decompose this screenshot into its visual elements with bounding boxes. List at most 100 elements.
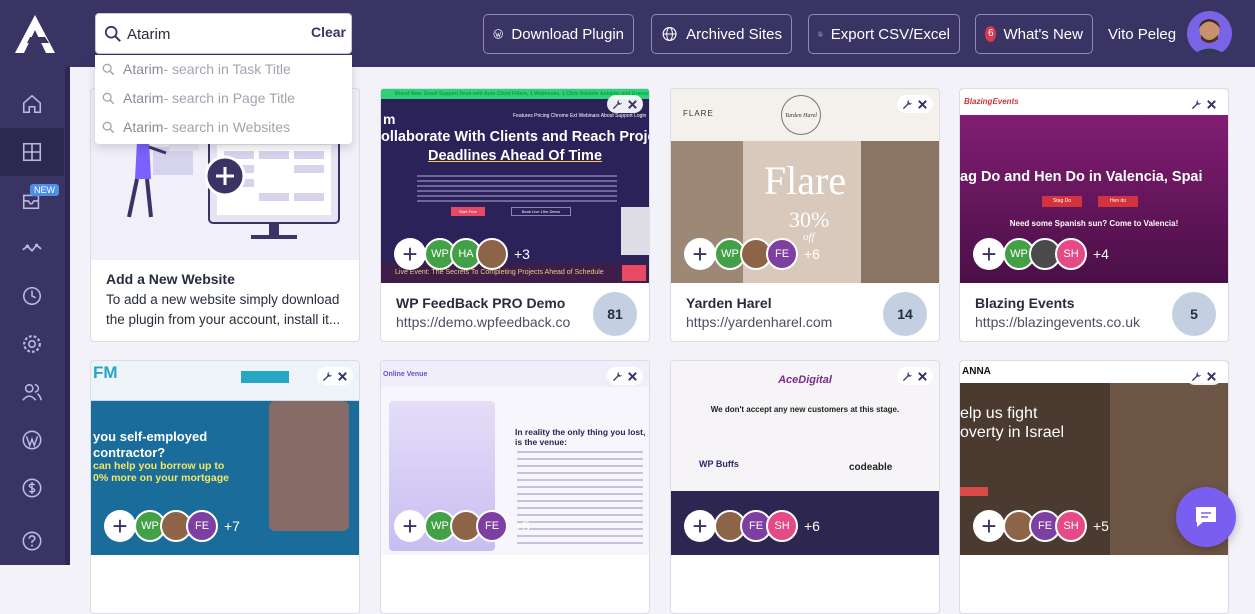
website-url[interactable]: https://demo.wpfeedback.co [396,314,570,330]
chat-launcher-button[interactable] [1176,487,1236,547]
avatar[interactable]: SH [1055,510,1087,542]
close-icon[interactable] [337,371,348,382]
card-tools[interactable] [607,95,643,113]
card-tools[interactable] [317,367,353,385]
thumb-cta-2: Hen do [1098,196,1138,207]
thumb-partner-2: codeable [849,462,893,473]
add-collaborator-button[interactable]: + [394,238,426,270]
add-collaborator-button[interactable]: + [973,510,1005,542]
add-collaborator-button[interactable]: + [973,238,1005,270]
wrench-icon[interactable] [902,99,913,110]
clear-search-button[interactable]: Clear [311,24,346,40]
export-csv-label: Export CSV/Excel [830,25,950,43]
search-icon [102,92,115,104]
sidebar: NEW [0,67,69,565]
suggestion-query: Atarim [123,90,164,106]
thumb-nav: Features Pricing Chrome Ext Webinars Abo… [513,113,647,119]
sidebar-scrollbar[interactable] [65,67,70,565]
more-collaborators-count[interactable]: +6 [804,518,820,534]
website-title[interactable]: WP FeedBack PRO Demo [396,295,565,311]
add-collaborator-button[interactable]: + [684,238,716,270]
whats-new-button[interactable]: 6 What's New [975,14,1093,54]
thumb-subheadline: Need some Spanish sun? Come to Valencia! [1009,219,1179,228]
thumb-headline: ollaborate With Clients and Reach Projec… [381,129,649,145]
more-collaborators-count[interactable]: +7 [224,518,240,534]
avatar[interactable]: FE [766,238,798,270]
add-collaborator-button[interactable]: + [684,510,716,542]
thumb-percent: 30% [789,207,830,232]
avatar[interactable]: SH [1055,238,1087,270]
wrench-icon[interactable] [902,371,913,382]
website-title[interactable]: Yarden Harel [686,295,772,311]
wrench-icon[interactable] [612,371,623,382]
add-collaborator-button[interactable]: + [394,510,426,542]
sidebar-item-users[interactable] [0,368,64,416]
avatar[interactable] [476,238,508,270]
website-title[interactable]: Blazing Events [975,295,1075,311]
suggestion-websites[interactable]: Atarim - search in Websites [102,117,290,137]
website-card[interactable]: ANNA elp us fight overty in Israel + FE … [959,360,1229,614]
suggestion-task-title[interactable]: Atarim - search in Task Title [102,59,291,79]
website-url[interactable]: https://yardenharel.com [686,314,832,330]
website-card[interactable]: Online Venue In reality the only thing y… [380,360,650,614]
website-card[interactable]: AceDigital We don't accept any new custo… [670,360,940,614]
card-tools[interactable] [1186,95,1222,113]
grid-icon [22,142,42,162]
card-tools[interactable] [607,367,643,385]
download-plugin-button[interactable]: Download Plugin [483,14,634,54]
archived-sites-button[interactable]: Archived Sites [651,14,792,54]
task-count-badge[interactable]: 81 [593,292,637,336]
website-card[interactable]: Brand New: Email Support Desk with Auto … [380,88,650,342]
collaborator-avatars: + WP HA +3 [394,238,530,270]
website-card[interactable]: BlazingEvents ag Do and Hen Do in Valenc… [959,88,1229,342]
close-icon[interactable] [917,99,928,110]
sidebar-item-settings[interactable] [0,320,64,368]
user-name[interactable]: Vito Peleg [1108,26,1176,43]
excel-file-icon [818,31,823,37]
sidebar-item-billing[interactable] [0,464,64,512]
website-card[interactable]: FM you self-employed contractor? can hel… [90,360,360,614]
card-tools[interactable] [1186,367,1222,385]
card-tools[interactable] [897,95,933,113]
sidebar-item-history[interactable] [0,272,64,320]
add-collaborator-button[interactable]: + [104,510,136,542]
card-tools[interactable] [897,367,933,385]
close-icon[interactable] [627,99,638,110]
wrench-icon[interactable] [1191,99,1202,110]
wrench-icon[interactable] [612,99,623,110]
wrench-icon[interactable] [322,371,333,382]
avatar[interactable]: SH [766,510,798,542]
task-count-badge[interactable]: 5 [1172,292,1216,336]
close-icon[interactable] [1206,371,1217,382]
close-icon[interactable] [917,371,928,382]
card-footer: WP FeedBack PRO Demo https://demo.wpfeed… [381,283,649,341]
more-collaborators-count[interactable]: +4 [1093,246,1109,262]
more-collaborators-count[interactable]: +6 [804,246,820,262]
sidebar-item-inbox[interactable]: NEW [0,176,64,224]
avatar[interactable]: FE [476,510,508,542]
close-icon[interactable] [1206,99,1217,110]
sidebar-item-help[interactable] [0,517,64,565]
sidebar-item-wordpress[interactable] [0,416,64,464]
website-card[interactable]: FLARE Yarden Harel Flare 30% off + WP FE… [670,88,940,342]
sidebar-item-activity[interactable] [0,224,64,272]
avatar[interactable]: FE [186,510,218,542]
wordpress-icon [22,430,42,450]
thumb-headline: you self-employed [93,429,208,444]
search-box[interactable]: Clear [95,13,352,54]
search-input[interactable] [127,20,297,48]
task-count-badge[interactable]: 14 [883,292,927,336]
thumb-brand: Yarden Harel [781,95,821,135]
user-avatar[interactable] [1187,11,1232,56]
wrench-icon[interactable] [1191,371,1202,382]
suggestion-page-title[interactable]: Atarim - search in Page Title [102,88,295,108]
more-collaborators-count[interactable]: +5 [514,518,530,534]
more-collaborators-count[interactable]: +3 [514,246,530,262]
sidebar-item-home[interactable] [0,80,64,128]
close-icon[interactable] [627,371,638,382]
export-csv-button[interactable]: Export CSV/Excel [808,14,960,54]
atarim-logo[interactable] [13,13,57,55]
more-collaborators-count[interactable]: +5 [1093,518,1109,534]
sidebar-item-websites[interactable] [0,128,64,176]
website-url[interactable]: https://blazingevents.co.uk [975,314,1140,330]
